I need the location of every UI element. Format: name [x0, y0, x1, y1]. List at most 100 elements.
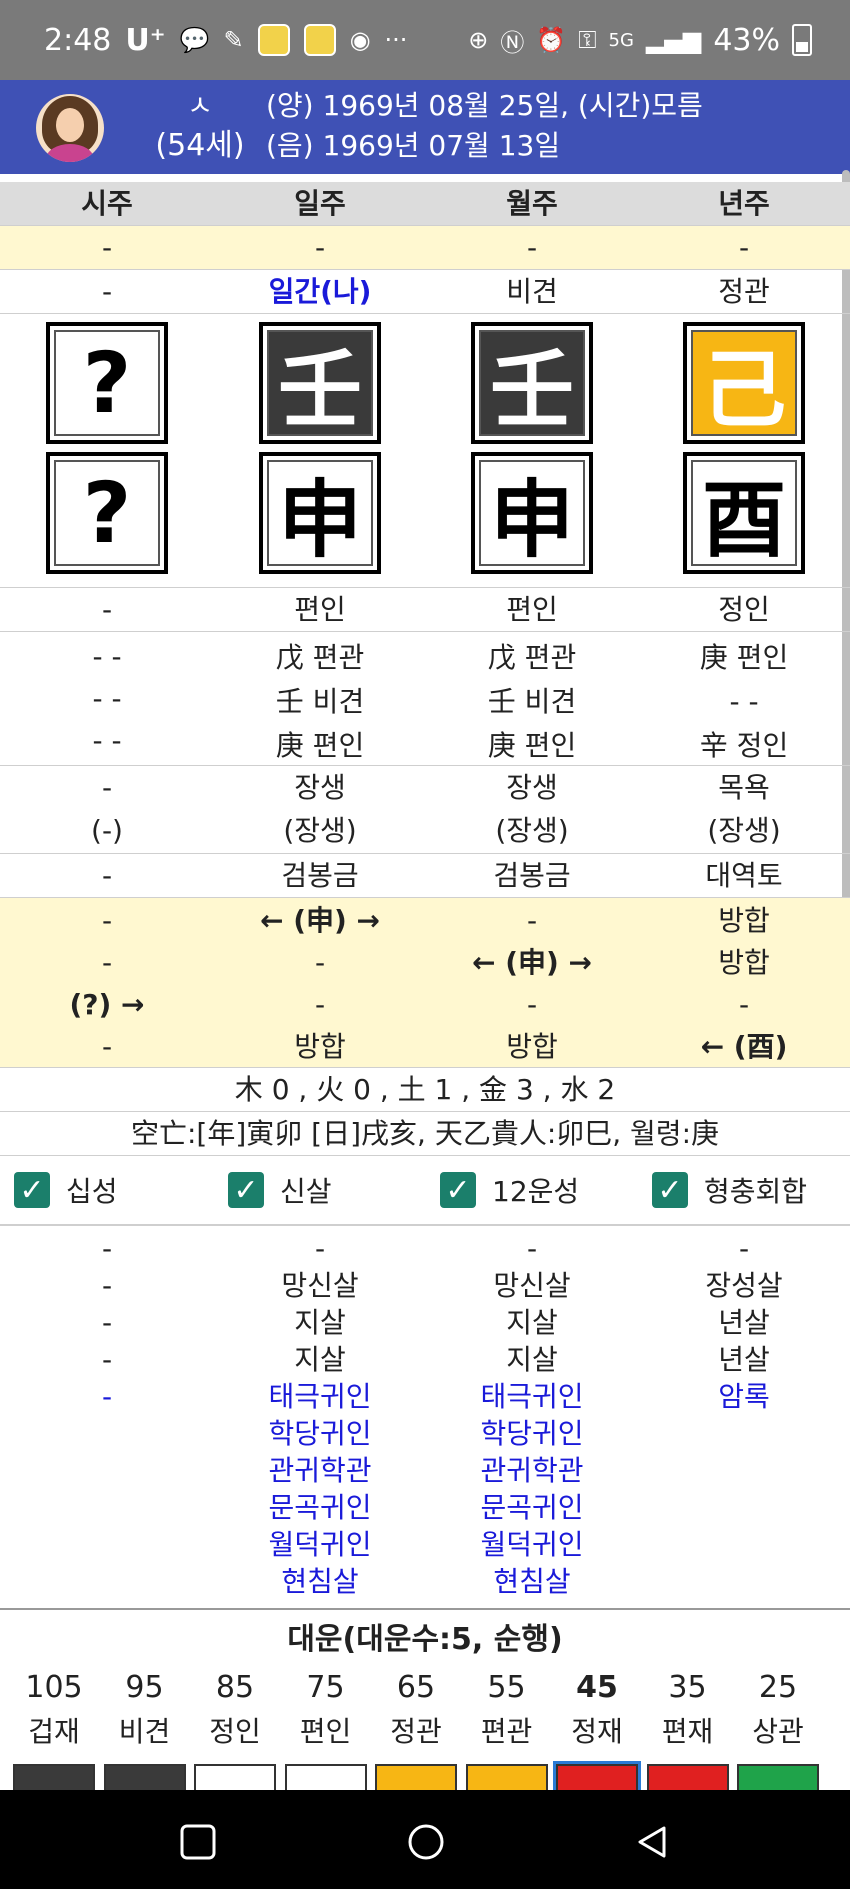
back-button[interactable] — [630, 1820, 674, 1864]
cell: - — [314, 231, 326, 264]
cell: ← (申) → — [471, 946, 592, 979]
daewoon-item[interactable]: 45 정재 — [553, 1666, 641, 1797]
hidden-col-year: 庚 편인 - - 辛 정인 — [638, 636, 850, 765]
cell: - — [314, 1232, 326, 1265]
lunar-date: (음) 1969년 07월 13일 — [266, 129, 561, 162]
branch-card-day[interactable]: 申 — [259, 452, 381, 574]
option-hyungchung[interactable]: ✓ 형충회합 — [652, 1170, 807, 1210]
daewoon-item[interactable]: 25 상관 — [734, 1666, 822, 1794]
sinsal-block: - - - - - - 망신살 지살 지살 태극귀인 학당귀인 관귀학관 문곡귀… — [0, 1230, 850, 1610]
option-label: 형충회합 — [704, 1175, 808, 1208]
stem-card-year[interactable]: 己 — [683, 322, 805, 444]
cell: ← (酉) — [700, 1030, 788, 1063]
daewoon-item[interactable]: 75 편인 — [282, 1666, 370, 1794]
cell: - — [101, 771, 113, 804]
hidden-col-day: 戊 편관 壬 비견 庚 편인 — [214, 636, 426, 765]
option-sinsal[interactable]: ✓ 신살 — [228, 1170, 332, 1210]
option-12unsung[interactable]: ✓ 12운성 — [440, 1170, 579, 1210]
cell: 장성살 — [705, 1269, 783, 1302]
daewoon-item[interactable]: 85 정인 — [191, 1666, 279, 1794]
hidden-stems: - - - - - - 戊 편관 壬 비견 庚 편인 戊 편관 壬 비견 庚 편… — [0, 632, 850, 766]
daewoon-age: 65 — [396, 1670, 436, 1705]
cell: 년살 — [718, 1343, 770, 1376]
branch-char: 酉 — [691, 460, 797, 569]
daewoon-item[interactable]: 65 정관 — [372, 1666, 460, 1794]
cell: - — [101, 1380, 113, 1413]
daewoon-item[interactable]: 35 편재 — [644, 1666, 732, 1794]
cell: - — [738, 1232, 750, 1265]
daewoon-list: 105 겁재 95 비견 85 정인 75 편인 65 정관 55 편관 45 정재 35 편재 25 상관 — [0, 1666, 850, 1797]
branch-card-year[interactable]: 酉 — [683, 452, 805, 574]
cell: 년살 — [718, 1306, 770, 1339]
cell: 암록 — [718, 1380, 770, 1413]
cell: 장생 — [506, 771, 558, 804]
branch-card-hour[interactable]: ? — [46, 452, 168, 574]
branch-char: 申 — [479, 460, 585, 569]
cell: 월덕귀인 — [268, 1528, 372, 1561]
daewoon-label: 정관 — [390, 1715, 442, 1748]
cell: (장생) — [495, 814, 569, 847]
relations-block: - - (?) → - ← (申) → - - 방합 - ← (申) → - 방… — [0, 898, 850, 1068]
cell: 검봉금 — [493, 859, 571, 892]
cell: - - — [92, 724, 122, 757]
cell: 편인 — [506, 593, 558, 626]
cell: 지살 — [294, 1306, 346, 1339]
checkbox-checked-icon[interactable]: ✓ — [440, 1172, 476, 1208]
key-icon: ⚿ — [578, 26, 597, 54]
cell: 현침살 — [493, 1565, 571, 1598]
cell: ← (申) → — [259, 904, 380, 937]
cell: 지살 — [506, 1306, 558, 1339]
cell: - — [101, 859, 113, 892]
daewoon-item[interactable]: 105 겁재 — [10, 1666, 98, 1794]
checkbox-checked-icon[interactable]: ✓ — [14, 1172, 50, 1208]
cell: - — [738, 231, 750, 264]
gongmang-text: 空亡:[年]寅卯 [日]戌亥, 天乙貴人:卯巳, 월령:庚 — [130, 1117, 720, 1150]
cell: - — [101, 1343, 113, 1376]
cell: 망신살 — [493, 1269, 571, 1302]
cell: 태극귀인 — [268, 1380, 372, 1413]
elements-summary: 木 0 , 火 0 , 土 1 , 金 3 , 水 2 — [234, 1073, 616, 1106]
checkbox-checked-icon[interactable]: ✓ — [228, 1172, 264, 1208]
daewoon-age: 35 — [668, 1670, 707, 1705]
cell: 庚 편인 — [699, 641, 789, 674]
cell: - — [101, 275, 113, 308]
stem-char: ? — [54, 330, 160, 436]
branch-row: ? 申 申 酉 — [0, 452, 850, 588]
daewoon-age: 55 — [487, 1670, 526, 1705]
cell: - - — [729, 685, 759, 718]
option-label: 십성 — [66, 1175, 118, 1208]
option-sipsung[interactable]: ✓ 십성 — [14, 1170, 118, 1210]
cell: 정관 — [718, 275, 770, 308]
cell: - — [526, 904, 538, 937]
branch-char: ? — [54, 460, 160, 566]
cell: 월덕귀인 — [480, 1528, 584, 1561]
recent-apps-button[interactable] — [176, 1820, 220, 1864]
cell: - — [101, 231, 113, 264]
branch-card-month[interactable]: 申 — [471, 452, 593, 574]
talk-icon: 💬 — [179, 26, 210, 54]
header-year: 년주 — [718, 187, 770, 220]
cell: 戊 편관 — [487, 641, 577, 674]
cell: - — [526, 988, 538, 1021]
sinsal-day: - 망신살 지살 지살 태극귀인 학당귀인 관귀학관 문곡귀인 월덕귀인 현침살 — [214, 1230, 426, 1608]
daewoon-item[interactable]: 95 비견 — [101, 1666, 189, 1794]
profile-age: (54세) — [155, 128, 245, 163]
stem-card-hour[interactable]: ? — [46, 322, 168, 444]
cell: 태극귀인 — [480, 1380, 584, 1413]
app-notification-icon — [257, 24, 290, 56]
relations-month: - ← (申) → - 방합 — [426, 900, 638, 1067]
daewoon-age: 75 — [306, 1670, 345, 1705]
daewoon-label: 편재 — [661, 1715, 714, 1748]
nav-bar — [0, 1790, 850, 1889]
home-button[interactable] — [404, 1820, 448, 1864]
cell: 辛 정인 — [699, 729, 789, 762]
daewoon-age: 25 — [758, 1670, 798, 1705]
daewoon-age: 105 — [25, 1670, 83, 1705]
signal-icon: ▂▄▆ — [645, 26, 702, 54]
stem-card-month[interactable]: 壬 — [471, 322, 593, 444]
cell: - — [101, 1232, 113, 1265]
avatar[interactable] — [36, 94, 104, 162]
daewoon-item[interactable]: 55 편관 — [463, 1666, 551, 1794]
checkbox-checked-icon[interactable]: ✓ — [652, 1172, 688, 1208]
stem-card-day[interactable]: 壬 — [259, 322, 381, 444]
